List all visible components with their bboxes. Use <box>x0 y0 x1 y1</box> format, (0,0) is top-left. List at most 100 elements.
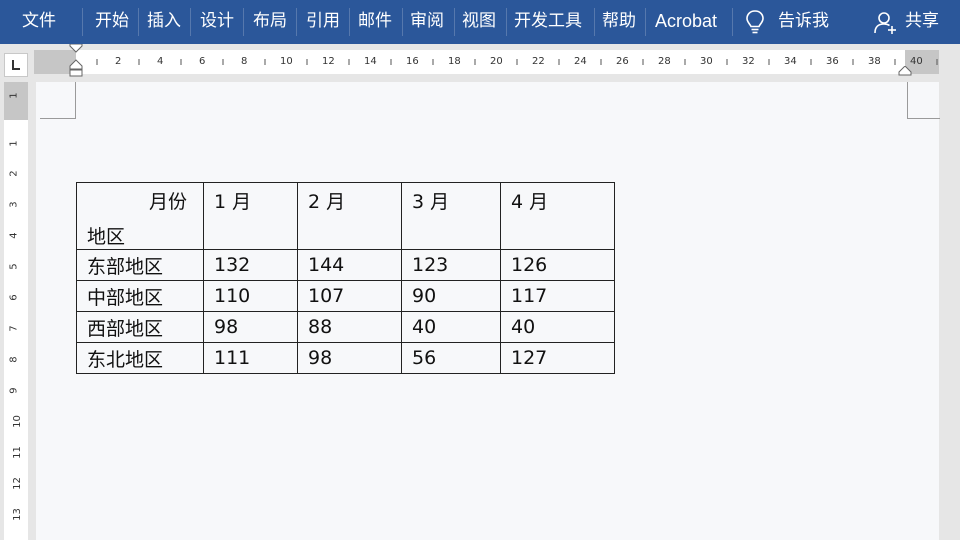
tab-home[interactable]: 开始 <box>95 0 129 44</box>
separator <box>594 8 595 36</box>
left-tab-icon <box>12 60 20 70</box>
ruler-number: 6 <box>8 294 20 301</box>
vertical-ruler[interactable]: 1 1 2 3 4 5 6 7 8 9 10 11 12 13 <box>4 82 28 540</box>
value-cell[interactable]: 40 <box>401 311 501 343</box>
tab-design[interactable]: 设计 <box>200 0 234 44</box>
ruler-number: 30 <box>700 56 713 67</box>
separator <box>454 8 455 36</box>
region-cell[interactable]: 东部地区 <box>76 249 204 281</box>
separator <box>732 8 733 36</box>
person-share-icon[interactable] <box>874 11 898 35</box>
separator <box>138 8 139 36</box>
ruler-number: 2 <box>8 170 20 177</box>
value-cell[interactable]: 132 <box>203 249 298 281</box>
value-cell[interactable]: 107 <box>297 280 402 312</box>
ruler-number: 20 <box>490 56 503 67</box>
value-cell[interactable]: 127 <box>500 342 615 374</box>
ruler-number: 5 <box>8 263 20 270</box>
tab-help[interactable]: 帮助 <box>602 0 636 44</box>
value-cell[interactable]: 98 <box>297 342 402 374</box>
ruler-number: 10 <box>280 56 293 67</box>
region-cell[interactable]: 中部地区 <box>76 280 204 312</box>
ruler-number: 38 <box>868 56 881 67</box>
ruler-number: 14 <box>364 56 377 67</box>
header-month-label: 月份 <box>148 191 187 213</box>
separator <box>349 8 350 36</box>
tab-insert[interactable]: 插入 <box>147 0 181 44</box>
ruler-number: 2 <box>115 56 122 67</box>
header-region-label: 地区 <box>87 226 126 248</box>
ribbon-tab-bar: 文件 开始 插入 设计 布局 引用 邮件 审阅 视图 开发工具 帮助 Acrob… <box>0 0 960 44</box>
ruler-number: 22 <box>532 56 545 67</box>
ruler-number: 4 <box>8 232 20 239</box>
table-row: 东部地区 132 144 123 126 <box>76 249 615 281</box>
crop-mark-top-left <box>40 82 76 119</box>
ruler-number: 1 <box>8 92 20 99</box>
ruler-number: 12 <box>11 477 23 490</box>
share-button[interactable]: 共享 <box>905 0 939 44</box>
right-indent-marker-icon[interactable] <box>898 66 912 76</box>
diagonal-header-cell[interactable]: 月份 地区 <box>76 182 204 250</box>
table-row: 西部地区 98 88 40 40 <box>76 311 615 343</box>
value-cell[interactable]: 126 <box>500 249 615 281</box>
value-cell[interactable]: 144 <box>297 249 402 281</box>
ruler-number: 36 <box>826 56 839 67</box>
ruler-number: 18 <box>448 56 461 67</box>
ruler-number: 13 <box>11 508 23 521</box>
header-cell[interactable]: 3 月 <box>401 182 501 250</box>
tab-file[interactable]: 文件 <box>22 0 56 44</box>
tab-developer[interactable]: 开发工具 <box>514 0 582 44</box>
value-cell[interactable]: 111 <box>203 342 298 374</box>
ruler-ticks <box>96 59 938 65</box>
ruler-number: 32 <box>742 56 755 67</box>
tab-selector-button[interactable] <box>4 53 28 77</box>
value-cell[interactable]: 88 <box>297 311 402 343</box>
ruler-number: 10 <box>11 415 23 428</box>
header-cell[interactable]: 2 月 <box>297 182 402 250</box>
tab-references[interactable]: 引用 <box>306 0 340 44</box>
value-cell[interactable]: 98 <box>203 311 298 343</box>
value-cell[interactable]: 123 <box>401 249 501 281</box>
table-header-row: 月份 地区 1 月 2 月 3 月 4 月 <box>76 182 615 250</box>
separator <box>296 8 297 36</box>
tab-review[interactable]: 审阅 <box>410 0 444 44</box>
crop-mark-top-right <box>907 82 940 119</box>
value-cell[interactable]: 90 <box>401 280 501 312</box>
ruler-number: 34 <box>784 56 797 67</box>
data-table[interactable]: 月份 地区 1 月 2 月 3 月 4 月 东部地区 132 144 123 1… <box>76 182 615 374</box>
top-margin-area <box>4 82 28 120</box>
lightbulb-icon[interactable] <box>744 9 766 35</box>
ruler-number: 3 <box>8 201 20 208</box>
region-cell[interactable]: 东北地区 <box>76 342 204 374</box>
tab-mailings[interactable]: 邮件 <box>358 0 392 44</box>
indent-marker-icon[interactable] <box>69 44 83 78</box>
ruler-number: 8 <box>8 356 20 363</box>
separator <box>82 8 83 36</box>
ruler-number: 9 <box>8 387 20 394</box>
tab-layout[interactable]: 布局 <box>253 0 287 44</box>
ruler-number: 4 <box>157 56 164 67</box>
ruler-number: 24 <box>574 56 587 67</box>
separator <box>645 8 646 36</box>
horizontal-ruler[interactable]: 2 4 6 8 10 12 14 16 18 20 22 24 26 28 30 32 34 36 38 40 <box>34 44 939 77</box>
ruler-number: 8 <box>241 56 248 67</box>
ruler-number: 11 <box>11 446 23 459</box>
value-cell[interactable]: 117 <box>500 280 615 312</box>
document-page[interactable]: 月份 地区 1 月 2 月 3 月 4 月 东部地区 132 144 123 1… <box>36 82 940 540</box>
value-cell[interactable]: 56 <box>401 342 501 374</box>
region-cell[interactable]: 西部地区 <box>76 311 204 343</box>
header-cell[interactable]: 4 月 <box>500 182 615 250</box>
separator <box>190 8 191 36</box>
table-row: 东北地区 111 98 56 127 <box>76 342 615 374</box>
separator <box>243 8 244 36</box>
value-cell[interactable]: 40 <box>500 311 615 343</box>
tell-me-search[interactable]: 告诉我 <box>778 0 829 44</box>
value-cell[interactable]: 110 <box>203 280 298 312</box>
ruler-number: 7 <box>8 325 20 332</box>
table-row: 中部地区 110 107 90 117 <box>76 280 615 312</box>
ruler-number: 28 <box>658 56 671 67</box>
tab-view[interactable]: 视图 <box>462 0 496 44</box>
header-cell[interactable]: 1 月 <box>203 182 298 250</box>
tab-acrobat[interactable]: Acrobat <box>655 0 717 44</box>
separator <box>506 8 507 36</box>
